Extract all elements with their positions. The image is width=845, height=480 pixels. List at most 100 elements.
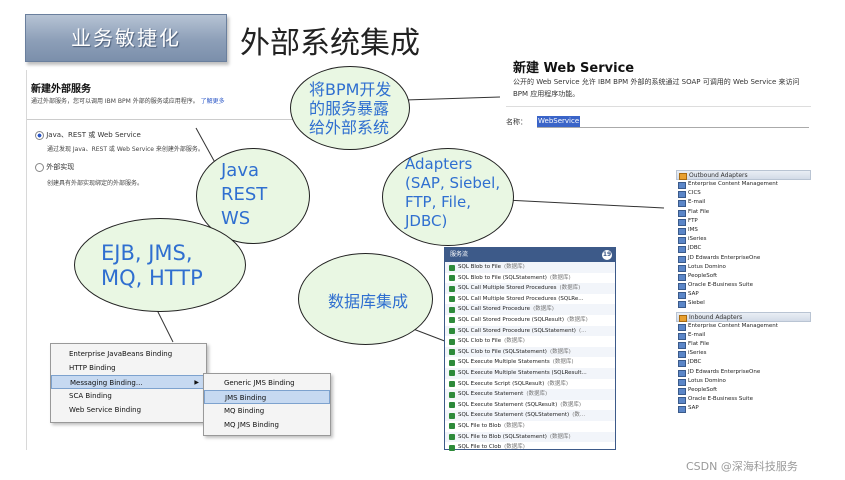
callout-text: EJB, JMS, MQ, HTTP bbox=[101, 241, 203, 290]
service-flow-item[interactable]: SQL Execute Multiple Statements (数据库) bbox=[445, 357, 615, 368]
item-label: SQL Call Stored Procedure (SQLStatement) bbox=[458, 327, 576, 334]
service-flow-item[interactable]: SQL Execute Statement (SQLResult) (数据库) bbox=[445, 400, 615, 411]
adapter-icon bbox=[678, 378, 686, 386]
service-flow-item[interactable]: SQL Execute Script (SQLResult) (数据库) bbox=[445, 379, 615, 390]
adapter-icon bbox=[678, 387, 686, 395]
service-flow-icon bbox=[449, 381, 455, 388]
service-flow-item[interactable]: SQL File to Blob (数据库) bbox=[445, 421, 615, 432]
service-flow-item[interactable]: SQL Call Stored Procedure (SQLStatement)… bbox=[445, 325, 615, 337]
adapter-icon bbox=[678, 351, 686, 359]
adapter-item[interactable]: iSeries bbox=[676, 349, 811, 359]
item-label: SQL Execute Statement (SQLStatement) bbox=[458, 412, 570, 419]
outbound-adapters-header[interactable]: Outbound Adapters bbox=[676, 170, 811, 180]
adapter-item[interactable]: E-mail bbox=[676, 198, 811, 208]
adapter-item[interactable]: JDBC bbox=[676, 358, 811, 368]
adapter-icon bbox=[678, 218, 686, 226]
adapter-item[interactable]: Flat File bbox=[676, 340, 811, 349]
item-note: (数据库) bbox=[549, 433, 571, 440]
panel-title: 服务流 bbox=[450, 251, 469, 258]
service-flow-item[interactable]: SQL Blob to File (数据库) bbox=[445, 262, 615, 273]
service-flow-item[interactable]: SQL File to Blob (SQLStatement) (数据库) bbox=[445, 431, 615, 443]
adapter-item[interactable]: JDBC bbox=[676, 244, 811, 254]
adapter-item[interactable]: Enterprise Content Management bbox=[676, 322, 811, 331]
adapter-icon bbox=[678, 369, 686, 377]
adapter-item[interactable]: Oracle E-Business Suite bbox=[676, 395, 811, 405]
item-label: Oracle E-Business Suite bbox=[688, 396, 753, 403]
item-note: (数据库) bbox=[504, 422, 525, 429]
service-flow-item[interactable]: SQL Clob to File (数据库) bbox=[445, 336, 615, 347]
adapter-item[interactable]: CICS bbox=[676, 189, 811, 199]
item-note: (数据库) bbox=[559, 285, 581, 292]
item-label: SQL File to Blob (SQLStatement) bbox=[458, 433, 547, 440]
outbound-adapters-list: Enterprise Content Management CICS E-mail F… bbox=[676, 180, 811, 309]
callout-database-integration: 数据库集成 bbox=[298, 253, 433, 345]
item-label: SAP bbox=[688, 291, 699, 298]
callout-text: Adapters (SAP, Siebel, FTP, File, JDBC) bbox=[405, 155, 501, 230]
callout-expose-services: 将BPM开发的服务暴露给外部系统 bbox=[290, 66, 410, 150]
adapter-item[interactable]: Lotus Domino bbox=[676, 263, 811, 272]
adapter-item[interactable]: JD Edwards EnterpriseOne bbox=[676, 368, 811, 377]
callout-text: 将BPM开发的服务暴露给外部系统 bbox=[309, 80, 392, 137]
adapter-item[interactable]: Siebel bbox=[676, 299, 811, 309]
adapter-icon bbox=[678, 182, 686, 189]
service-flow-list: SQL Blob to File (数据库) SQL Blob to File (S… bbox=[445, 262, 615, 453]
adapter-icon bbox=[678, 191, 686, 199]
adapter-icon bbox=[678, 237, 686, 245]
service-flow-item[interactable]: SQL Call Multiple Stored Procedures (数据库) bbox=[445, 283, 615, 294]
name-field-value: WebService bbox=[537, 116, 581, 127]
service-flow-icon bbox=[449, 296, 455, 303]
service-flow-icon bbox=[449, 328, 455, 335]
item-label: Siebel bbox=[688, 300, 705, 307]
item-label: CICS bbox=[688, 190, 701, 197]
adapter-item[interactable]: IMS bbox=[676, 226, 811, 235]
item-note: (数据库) bbox=[504, 264, 525, 270]
adapter-item[interactable]: Lotus Domino bbox=[676, 377, 811, 386]
item-label: Lotus Domino bbox=[688, 263, 726, 270]
adapter-item[interactable]: PeopleSoft bbox=[676, 386, 811, 395]
item-label: SQL File to Clob bbox=[458, 444, 502, 451]
item-label: iSeries bbox=[688, 236, 707, 243]
item-note: (数据库) bbox=[560, 401, 582, 408]
adapter-icon bbox=[678, 323, 686, 331]
item-note: (数据库) bbox=[549, 274, 571, 281]
callout-text: 数据库集成 bbox=[328, 292, 409, 311]
adapter-item[interactable]: E-mail bbox=[676, 331, 811, 340]
service-flow-icon bbox=[449, 264, 455, 271]
item-label: SQL Call Multiple Stored Procedures (SQL… bbox=[458, 295, 584, 302]
name-field[interactable]: WebService bbox=[537, 116, 809, 128]
inbound-adapters-list: Enterprise Content Management E-mail Flat … bbox=[676, 322, 811, 414]
item-label: SQL Call Stored Procedure (SQLResult) bbox=[458, 316, 564, 323]
adapter-icon bbox=[678, 246, 686, 254]
service-flow-item[interactable]: SQL Execute Statement (数据库) bbox=[445, 389, 615, 400]
adapter-item[interactable]: Flat File bbox=[676, 208, 811, 217]
adapter-item[interactable]: Oracle E-Business Suite bbox=[676, 281, 811, 291]
adapter-item[interactable]: SAP bbox=[676, 290, 811, 300]
service-flow-item[interactable]: SQL Execute Statement (SQLStatement) (数..… bbox=[445, 410, 615, 421]
service-flow-item[interactable]: SQL File to Clob (数据库) bbox=[445, 442, 615, 453]
service-flow-item[interactable]: SQL Execute Multiple Statements (SQLResu… bbox=[445, 367, 615, 379]
item-label: Oracle E-Business Suite bbox=[688, 282, 753, 289]
service-flow-item[interactable]: SQL Call Stored Procedure (数据库) bbox=[445, 304, 615, 315]
item-note: (数据库) bbox=[549, 348, 571, 355]
adapter-item[interactable]: JD Edwards EnterpriseOne bbox=[676, 254, 811, 263]
item-note: (数据库) bbox=[533, 306, 554, 313]
folder-icon bbox=[679, 173, 687, 180]
item-note: (数... bbox=[572, 412, 586, 419]
service-flow-item[interactable]: SQL Blob to File (SQLStatement) (数据库) bbox=[445, 273, 615, 284]
service-flow-item[interactable]: SQL Call Multiple Stored Procedures (SQL… bbox=[445, 294, 615, 305]
adapter-item[interactable]: SAP bbox=[676, 404, 811, 414]
adapter-item[interactable]: iSeries bbox=[676, 235, 811, 245]
inbound-adapters-header[interactable]: Inbound Adapters bbox=[676, 311, 811, 322]
service-flow-icon bbox=[449, 412, 455, 419]
item-label: SQL Execute Multiple Statements (SQLResu… bbox=[458, 369, 587, 376]
item-label: SQL Clob to File bbox=[458, 338, 502, 345]
adapter-item[interactable]: PeopleSoft bbox=[676, 272, 811, 281]
item-label: SQL Execute Script (SQLResult) bbox=[458, 380, 545, 387]
adapter-item[interactable]: FTP bbox=[676, 217, 811, 226]
service-flow-icon bbox=[449, 306, 455, 313]
adapter-item[interactable]: Enterprise Content Management bbox=[676, 180, 811, 189]
service-flow-icon bbox=[449, 402, 455, 409]
service-flow-item[interactable]: SQL Clob to File (SQLStatement) (数据库) bbox=[445, 346, 615, 358]
service-flow-item[interactable]: SQL Call Stored Procedure (SQLResult) (数据… bbox=[445, 315, 615, 326]
item-label: SQL Execute Statement (SQLResult) bbox=[458, 401, 558, 408]
